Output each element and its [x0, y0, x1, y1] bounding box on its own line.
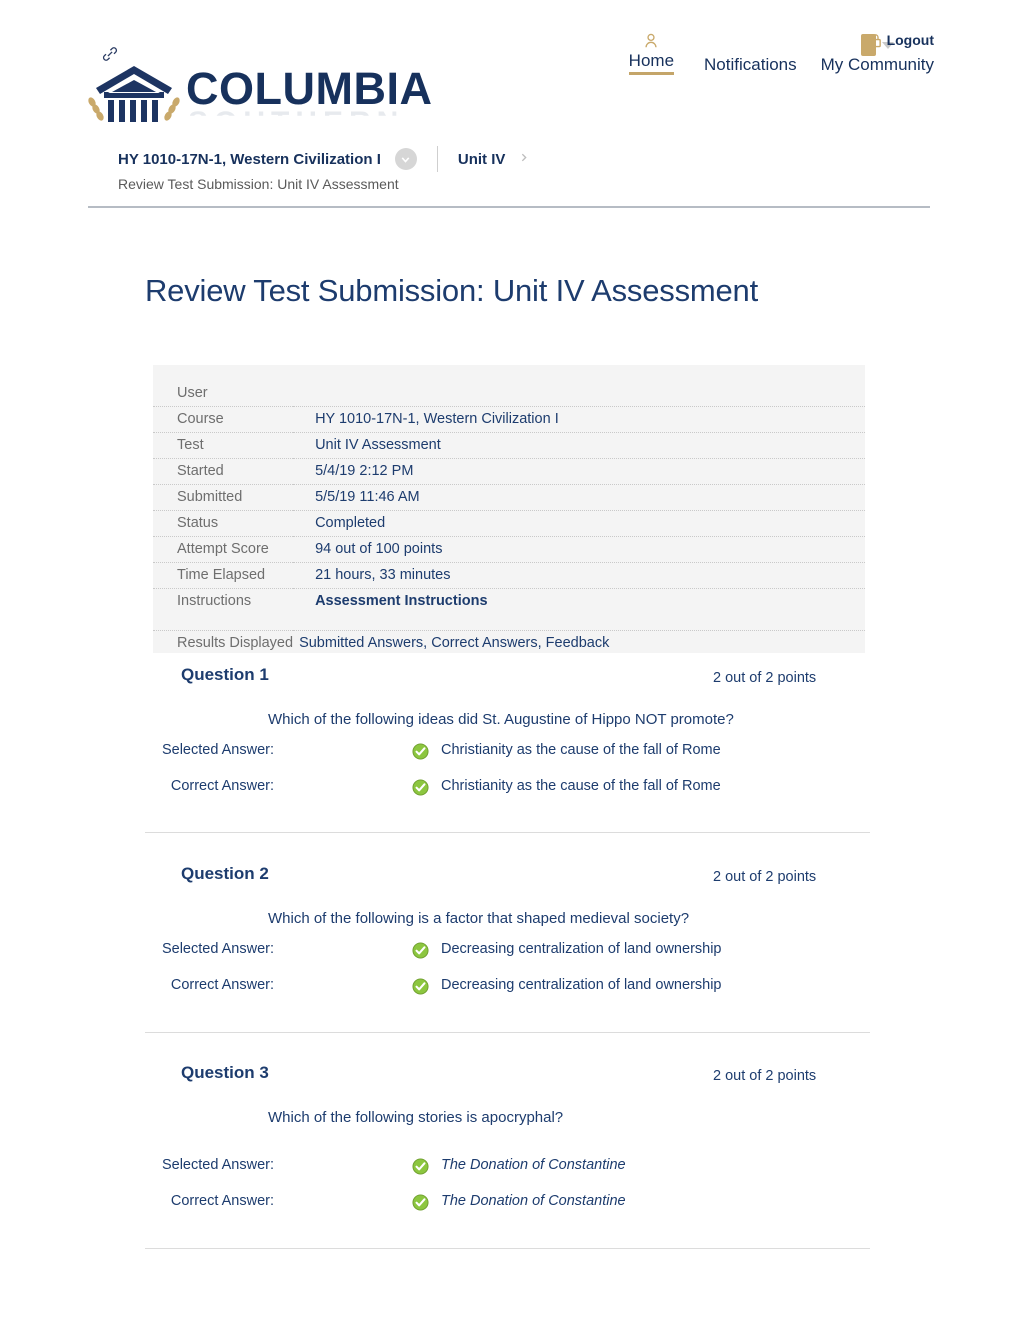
- info-row: User: [153, 381, 865, 407]
- question-points: 2 out of 2 points: [713, 670, 817, 686]
- logo-wordmark-southern: SOUTHERN: [188, 106, 405, 139]
- correct-answer-label: Correct Answer:: [170, 1193, 274, 1209]
- info-row: Attempt Score 94 out of 100 points: [153, 536, 865, 563]
- logout-button[interactable]: Logout: [869, 32, 934, 48]
- info-row-label: Instructions: [153, 588, 294, 614]
- selected-answer-row: Selected Answer: Decreasing centralizatio…: [0, 941, 1020, 965]
- info-row-value: HY 1010-17N-1, Western Civilization I: [293, 406, 865, 433]
- info-row-value: 21 hours, 33 minutes: [293, 562, 865, 589]
- question-text: Which of the following stories is apocry…: [268, 1109, 564, 1126]
- results-displayed-label: Results Displayed: [153, 629, 294, 656]
- correct-check-icon: [412, 942, 429, 959]
- selected-answer-label: Selected Answer:: [161, 1157, 274, 1173]
- info-row-label: Test: [153, 432, 294, 459]
- info-row-value: 94 out of 100 points: [293, 536, 865, 563]
- info-row-label: Attempt Score: [153, 536, 294, 563]
- assessment-instructions-link[interactable]: Assessment Instructions: [293, 588, 865, 614]
- results-displayed-row: Results Displayed Submitted Answers, Corr…: [153, 629, 865, 656]
- correct-answer-label: Correct Answer:: [170, 977, 274, 993]
- nav-item-notifications[interactable]: Notifications: [682, 36, 811, 75]
- info-row-value: 5/5/19 11:46 AM: [293, 484, 865, 511]
- breadcrumb-divider: [436, 146, 438, 172]
- info-row-label: Started: [153, 458, 294, 485]
- site-header: COLUMBIA SOUTHERN Home Notifications My …: [0, 0, 1020, 140]
- info-row: Status Completed: [153, 510, 865, 537]
- columbia-southern-logo[interactable]: COLUMBIA SOUTHERN: [86, 62, 432, 140]
- info-row-value: Unit IV Assessment: [293, 432, 865, 459]
- info-row: Started 5/4/19 2:12 PM: [153, 458, 865, 485]
- person-icon: [642, 32, 660, 50]
- lock-icon: [869, 33, 882, 48]
- question-points: 2 out of 2 points: [713, 869, 817, 885]
- correct-check-icon: [412, 743, 429, 760]
- question-divider: [145, 832, 870, 833]
- selected-answer-label: Selected Answer:: [161, 941, 274, 957]
- selected-answer-value: Decreasing centralization of land owners…: [441, 941, 722, 957]
- correct-answer-value: Christianity as the cause of the fall of…: [441, 778, 721, 794]
- correct-check-icon: [412, 978, 429, 995]
- results-displayed-value: Submitted Answers, Correct Answers, Feed…: [293, 629, 865, 656]
- info-row-label: Submitted: [153, 484, 294, 511]
- info-row-label: Time Elapsed: [153, 562, 294, 589]
- info-row-value: 5/4/19 2:12 PM: [293, 458, 865, 485]
- question-title: Question 3: [181, 1063, 269, 1082]
- selected-answer-label: Selected Answer:: [161, 742, 274, 758]
- breadcrumb-course[interactable]: HY 1010-17N-1, Western Civilization I: [118, 151, 381, 168]
- logo-wordmark-columbia: COLUMBIA: [186, 63, 433, 114]
- question-title: Question 2: [181, 864, 269, 883]
- question-text: Which of the following is a factor that …: [268, 910, 690, 927]
- info-row: Instructions Assessment Instructions: [153, 588, 865, 614]
- correct-check-icon: [412, 1158, 429, 1175]
- course-menu-chevron-down-icon[interactable]: [394, 148, 417, 170]
- info-row: Submitted 5/5/19 11:46 AM: [153, 484, 865, 511]
- nav-item-home[interactable]: Home: [621, 32, 682, 75]
- page-title: Review Test Submission: Unit IV Assessme…: [145, 272, 758, 308]
- info-spacer: [153, 614, 865, 630]
- info-row-value: Completed: [293, 510, 865, 537]
- question-title: Question 1: [181, 665, 269, 684]
- info-row-label: Status: [153, 510, 294, 537]
- info-spacer-cell: [153, 614, 865, 630]
- breadcrumb: HY 1010-17N-1, Western Civilization I Un…: [118, 146, 529, 172]
- nav-item-home-label: Home: [628, 51, 675, 75]
- selected-answer-value: Christianity as the cause of the fall of…: [441, 742, 721, 758]
- selected-answer-row: Selected Answer: The Donation of Constant…: [0, 1157, 1020, 1181]
- info-row: Time Elapsed 21 hours, 33 minutes: [153, 562, 865, 589]
- breadcrumb-unit[interactable]: Unit IV: [458, 151, 506, 168]
- columbia-building-icon: [86, 62, 182, 124]
- selected-answer-value: The Donation of Constantine: [441, 1157, 626, 1173]
- logout-label: Logout: [886, 32, 934, 48]
- question-header: Question 2 2 out of 2 points: [0, 864, 1020, 892]
- correct-check-icon: [412, 779, 429, 796]
- correct-answer-value: The Donation of Constantine: [441, 1193, 626, 1209]
- breadcrumb-subtitle: Review Test Submission: Unit IV Assessme…: [118, 176, 399, 192]
- header-divider: [88, 206, 930, 208]
- nav-item-my-community-label: My Community: [820, 55, 934, 74]
- question-points: 2 out of 2 points: [713, 1068, 817, 1084]
- test-information-panel: User Course HY 1010-17N-1, Western Civiliz…: [153, 365, 865, 656]
- question-divider: [145, 1032, 870, 1033]
- question-header: Question 1 2 out of 2 points: [0, 665, 1020, 693]
- info-row-label: Course: [153, 406, 294, 433]
- nav-item-notifications-label: Notifications: [704, 55, 797, 74]
- correct-check-icon: [412, 1194, 429, 1211]
- question-divider: [145, 1248, 870, 1249]
- correct-answer-row: Correct Answer: Decreasing centralization…: [0, 977, 1020, 1001]
- info-row: Test Unit IV Assessment: [153, 432, 865, 459]
- info-row-value: [293, 381, 865, 407]
- chevron-right-icon: [519, 151, 529, 167]
- page-root: COLUMBIA SOUTHERN Home Notifications My …: [0, 0, 1020, 1320]
- link-icon: [100, 44, 120, 64]
- selected-answer-row: Selected Answer: Christianity as the caus…: [0, 742, 1020, 766]
- test-information-table: User Course HY 1010-17N-1, Western Civiliz…: [153, 381, 865, 656]
- correct-answer-value: Decreasing centralization of land owners…: [441, 977, 722, 993]
- correct-answer-row: Correct Answer: The Donation of Constanti…: [0, 1193, 1020, 1217]
- correct-answer-row: Correct Answer: Christianity as the cause…: [0, 778, 1020, 802]
- info-row: Course HY 1010-17N-1, Western Civilizatio…: [153, 406, 865, 433]
- info-row-label: User: [177, 385, 208, 401]
- question-text: Which of the following ideas did St. Aug…: [268, 711, 734, 728]
- question-header: Question 3 2 out of 2 points: [0, 1063, 1020, 1091]
- correct-answer-label: Correct Answer:: [170, 778, 274, 794]
